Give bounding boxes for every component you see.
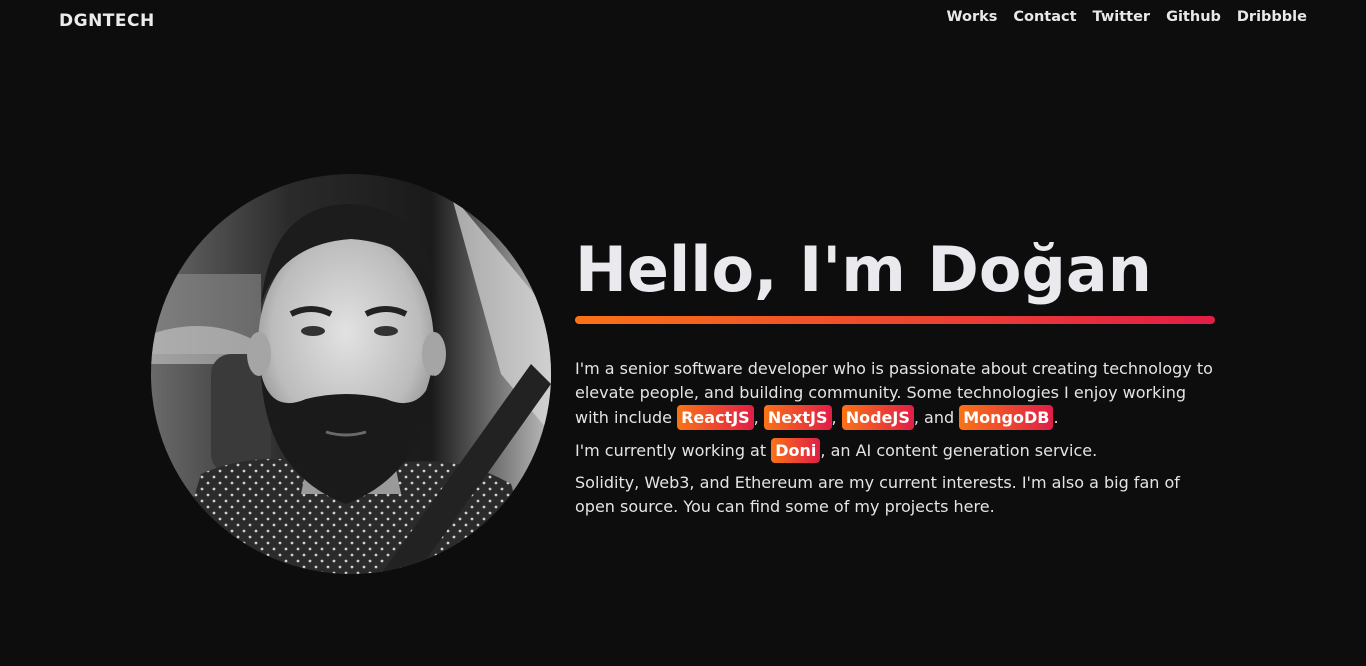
intro-end: .: [1053, 408, 1059, 427]
main-nav: Works Contact Twitter Github Dribbble: [947, 9, 1308, 25]
profile-photo: [151, 174, 551, 574]
tag-separator: , and: [913, 408, 960, 427]
site-header: DGNTECH Works Contact Twitter Github Dri…: [0, 0, 1366, 44]
tag-doni[interactable]: Doni: [771, 438, 821, 463]
logo-link[interactable]: DGNTECH: [59, 11, 155, 31]
nav-works-link[interactable]: Works: [947, 9, 998, 25]
tag-nodejs: NodeJS: [841, 405, 914, 430]
hero-content: Hello, I'm Doğan I'm a senior software d…: [575, 230, 1215, 519]
nav-dribbble-link[interactable]: Dribbble: [1237, 9, 1307, 25]
title-underline: [575, 316, 1215, 324]
intro-paragraph: I'm a senior software developer who is p…: [575, 357, 1215, 430]
tag-separator: ,: [831, 408, 842, 427]
tag-nextjs: NextJS: [763, 405, 832, 430]
tag-reactjs: ReactJS: [677, 405, 754, 430]
nav-github-link[interactable]: Github: [1166, 9, 1221, 25]
tag-separator: ,: [753, 408, 764, 427]
work-paragraph: I'm currently working at Doni, an AI con…: [575, 438, 1215, 463]
work-text-after: , an AI content generation service.: [820, 441, 1098, 460]
nav-twitter-link[interactable]: Twitter: [1093, 9, 1151, 25]
nav-contact-link[interactable]: Contact: [1013, 9, 1076, 25]
interests-paragraph: Solidity, Web3, and Ethereum are my curr…: [575, 473, 1180, 516]
work-text: I'm currently working at: [575, 441, 767, 460]
hero-title: Hello, I'm Doğan: [575, 233, 1152, 306]
tag-mongodb: MongoDB: [959, 405, 1054, 430]
